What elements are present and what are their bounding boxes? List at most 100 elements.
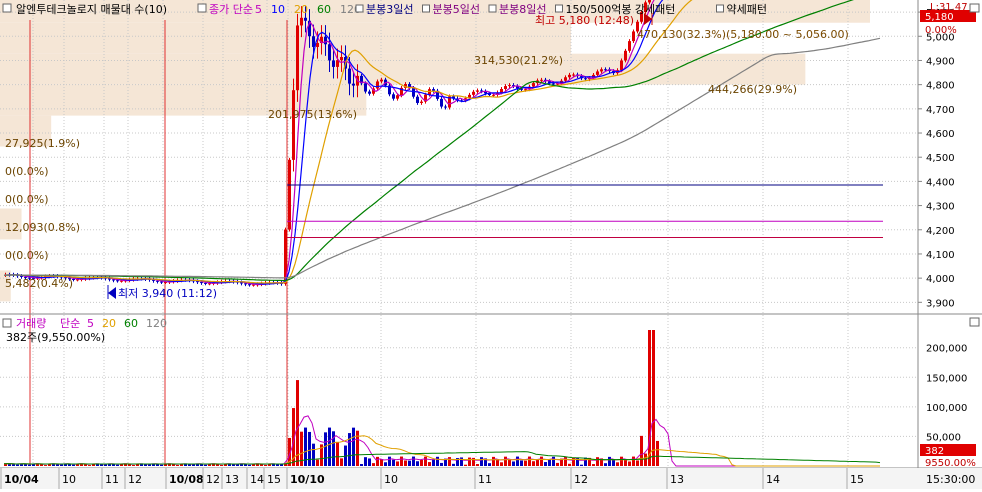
volume-tick-label: 200,000: [926, 344, 967, 355]
candle-body: [596, 71, 599, 75]
x-label: 15: [850, 473, 864, 486]
volume-bar: [608, 456, 611, 466]
volume-bar: [340, 458, 343, 466]
volume-bar: [400, 456, 403, 466]
volume-bar: [192, 464, 195, 466]
candle-body: [540, 79, 543, 81]
candle-body: [304, 17, 307, 21]
volume-bar: [624, 459, 627, 466]
volume-bar: [312, 443, 315, 466]
chart-svg[interactable]: 10/04 10 11 12 10/08 12 13 14 15 10/10 10 11 12 13 14 1…: [0, 0, 982, 489]
price-pane-close-icon[interactable]: [969, 3, 980, 13]
volume-bar: [548, 459, 551, 466]
volume-bar: [416, 461, 419, 466]
candle-body: [412, 87, 415, 97]
candle-body: [624, 50, 627, 61]
candle-body: [156, 280, 159, 282]
price-tick-label: 4,900: [926, 56, 955, 67]
volume-bar: [220, 464, 223, 466]
candle-body: [376, 81, 379, 89]
candle-body: [368, 91, 371, 94]
volume-bar: [276, 464, 279, 466]
volume-bar: [12, 464, 15, 466]
volume-ma-period: 5: [87, 317, 94, 330]
candle-body: [244, 283, 247, 285]
volume-bar: [544, 462, 547, 466]
ma-period-10: 10: [271, 3, 285, 16]
candle-body: [472, 91, 475, 95]
volume-bar: [656, 440, 659, 466]
profile-label: 0(0.0%): [5, 193, 49, 206]
volume-bar: [464, 464, 467, 466]
volume-bar: [564, 457, 567, 466]
volume-bar: [468, 457, 471, 466]
volume-bar: [420, 459, 423, 466]
volume-bar: [552, 456, 555, 466]
x-label: 14: [766, 473, 780, 486]
volume-bar: [396, 461, 399, 466]
volume-bar: [568, 463, 571, 466]
volume-bar: [324, 432, 327, 466]
volume-bar: [364, 457, 367, 466]
x-label: 11: [105, 473, 119, 486]
volume-bar: [336, 442, 339, 466]
volume-bar: [352, 427, 355, 466]
volume-bar: [296, 380, 299, 466]
ma-toggle-icon[interactable]: [197, 3, 207, 13]
candle-body: [296, 25, 299, 91]
candle-body: [348, 68, 351, 84]
x-label: 13: [670, 473, 684, 486]
candle-body: [440, 98, 443, 107]
candle-body: [416, 96, 419, 103]
candle-body: [604, 69, 607, 71]
tick-item: 분봉5일선: [433, 2, 480, 16]
volume-bar: [528, 456, 531, 466]
candle-body: [600, 69, 603, 72]
profile-label: 5,482(0.4%): [5, 277, 73, 290]
last-change: 0.00%: [925, 25, 957, 36]
profile-label: 27,925(1.9%): [5, 137, 80, 150]
tick-toggle-icon: [488, 4, 497, 13]
ma-label: 종가 단순: [209, 3, 253, 16]
volume-bar: [524, 460, 527, 466]
collapse-box-icon[interactable]: [2, 3, 12, 13]
volume-bar: [616, 462, 619, 466]
x-label: 14: [250, 473, 264, 486]
tick-item: 약세패턴: [727, 2, 767, 16]
volume-bar: [316, 459, 319, 466]
range-annotation: 470,130(32.3%)(5,180.00 ~ 5,056.00): [637, 28, 849, 41]
volume-bar: [508, 459, 511, 466]
candle-body: [336, 60, 339, 67]
candle-body: [332, 60, 335, 67]
last-price: 5,180: [925, 12, 954, 23]
volume-tick-label: 50,000: [926, 432, 961, 443]
x-label: 11: [478, 473, 492, 486]
price-tick-label: 4,300: [926, 202, 955, 213]
pane-close-icon[interactable]: [969, 317, 980, 327]
last-volume-pct: 9550.00%: [925, 458, 976, 469]
price-tick-label: 4,600: [926, 129, 955, 140]
x-label: 10/10: [290, 473, 325, 486]
volume-bar: [512, 461, 515, 466]
volume-bar: [44, 465, 47, 466]
volume-tick-label: 100,000: [926, 403, 967, 414]
candle-body: [204, 282, 207, 284]
x-label: 10/08: [169, 473, 204, 486]
candle-body: [568, 74, 571, 78]
volume-bar: [116, 464, 119, 466]
candle-body: [300, 17, 303, 26]
x-label: 12: [574, 473, 588, 486]
candle-body: [392, 94, 395, 99]
ma-period-20: 20: [294, 3, 308, 16]
candle-body: [364, 83, 367, 92]
candle-body: [532, 83, 535, 87]
volume-bar: [440, 462, 443, 466]
volume-bar: [280, 464, 283, 466]
volume-bar: [644, 453, 647, 466]
profile-label: 444,266(29.9%): [708, 83, 797, 96]
volume-toggle-icon[interactable]: [2, 318, 12, 328]
volume-bar: [360, 464, 363, 466]
volume-bar: [556, 462, 559, 466]
volume-bar: [580, 464, 583, 466]
tick-toggle-icon: [355, 4, 364, 13]
